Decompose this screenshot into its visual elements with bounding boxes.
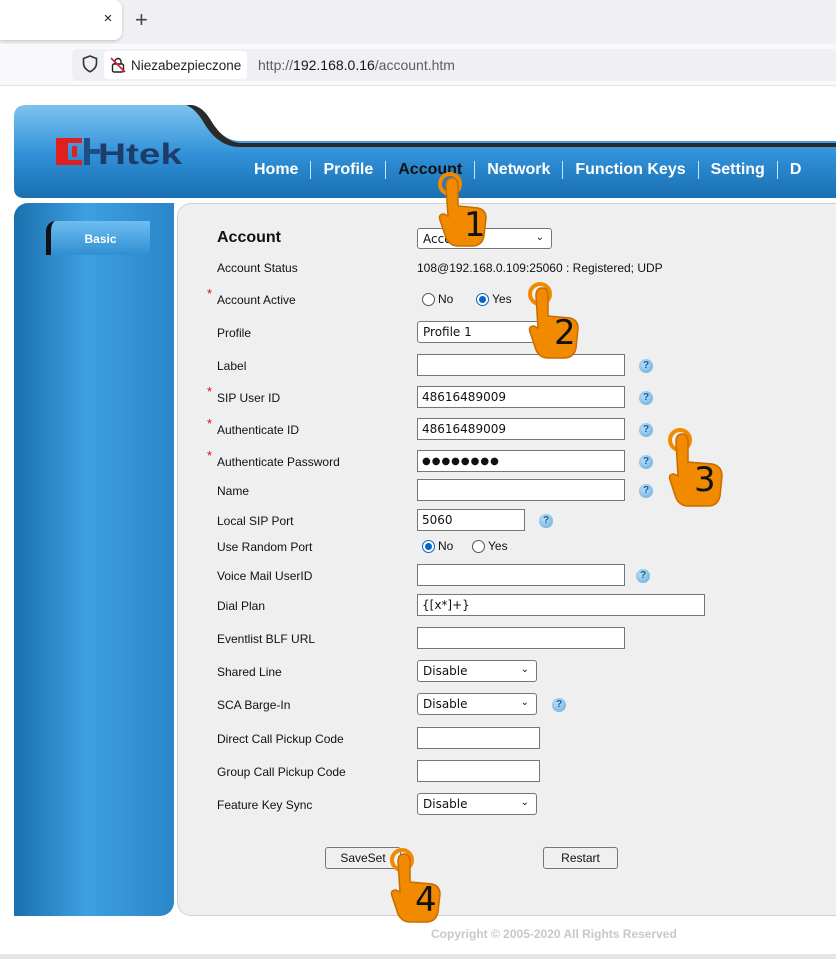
browser-tab-bar: × +: [0, 0, 836, 44]
help-icon[interactable]: ?: [636, 569, 650, 583]
sip-user-id-label: SIP User ID: [217, 391, 281, 405]
chevron-down-icon: ⌄: [520, 664, 529, 675]
nav-home[interactable]: Home: [242, 161, 310, 179]
account-active-yes-radio[interactable]: Yes: [476, 292, 512, 306]
random-port-yes-radio[interactable]: Yes: [472, 539, 508, 553]
voice-mail-userid-input[interactable]: [417, 564, 625, 586]
help-icon[interactable]: ?: [639, 423, 653, 437]
local-sip-port-label: Local SIP Port: [217, 514, 294, 528]
chevron-down-icon: ⌄: [520, 697, 529, 708]
nav-setting[interactable]: Setting: [699, 161, 777, 179]
dial-plan-input[interactable]: {[x*]+}: [417, 594, 705, 616]
step-number: 1: [464, 205, 486, 245]
radio-label: Yes: [488, 539, 508, 553]
required-marker: *: [207, 384, 213, 399]
url-host: 192.168.0.16: [293, 57, 375, 73]
insecure-lock-icon: [110, 57, 126, 73]
step-number: 2: [554, 313, 576, 353]
authenticate-password-label: Authenticate Password: [217, 455, 340, 469]
eventlist-blf-url-input[interactable]: [417, 627, 625, 649]
use-random-port-label: Use Random Port: [217, 540, 313, 554]
radio-label: Yes: [492, 292, 512, 306]
url-prefix: http://: [258, 57, 294, 73]
profile-select-value: Profile 1: [423, 325, 472, 339]
url-path: /account.htm: [374, 57, 455, 73]
name-label: Name: [217, 484, 250, 498]
direct-call-pickup-label: Direct Call Pickup Code: [217, 732, 344, 746]
sidebar-item-basic[interactable]: Basic: [46, 221, 150, 255]
authenticate-id-input[interactable]: 48616489009: [417, 418, 625, 440]
required-marker: *: [207, 416, 213, 431]
radio-circle: [472, 539, 485, 553]
random-port-no-radio[interactable]: No: [422, 539, 453, 553]
sca-barge-in-value: Disable: [423, 697, 468, 711]
dial-plan-label: Dial Plan: [217, 599, 266, 613]
step-number: 3: [694, 460, 716, 500]
sca-barge-in-label: SCA Barge-In: [217, 698, 291, 712]
security-indicator[interactable]: Niezabezpieczone: [104, 51, 248, 79]
group-call-pickup-input[interactable]: [417, 760, 540, 782]
eventlist-blf-url-label: Eventlist BLF URL: [217, 632, 316, 646]
page-title: Account: [217, 229, 281, 246]
step-number: 4: [415, 880, 437, 920]
feature-key-sync-label: Feature Key Sync: [217, 798, 313, 812]
help-icon[interactable]: ?: [539, 514, 553, 528]
help-icon[interactable]: ?: [639, 455, 653, 469]
profile-label: Profile: [217, 326, 252, 340]
copyright-text: Copyright © 2005-2020 All Rights Reserve…: [431, 927, 677, 941]
htek-logo: Htek: [56, 138, 182, 167]
label-label: Label: [217, 359, 247, 373]
bottom-edge: [0, 954, 836, 959]
shared-line-value: Disable: [423, 664, 468, 678]
nav-function-keys[interactable]: Function Keys: [563, 161, 697, 179]
radio-label: No: [438, 539, 454, 553]
shared-line-select[interactable]: Disable ⌄: [417, 660, 537, 682]
browser-tab[interactable]: ×: [0, 0, 122, 40]
main-nav: Home Profile Account Network Function Ke…: [242, 158, 813, 182]
authenticate-password-input[interactable]: ●●●●●●●●: [417, 450, 625, 472]
authenticate-id-label: Authenticate ID: [217, 423, 300, 437]
group-call-pickup-label: Group Call Pickup Code: [217, 765, 346, 779]
feature-key-sync-value: Disable: [423, 797, 468, 811]
radio-label: No: [438, 292, 454, 306]
url-text[interactable]: http://192.168.0.16/account.htm: [258, 57, 455, 73]
radio-circle: [422, 292, 435, 306]
nav-profile[interactable]: Profile: [311, 161, 385, 179]
radio-circle-selected: [422, 539, 435, 553]
voice-mail-userid-label: Voice Mail UserID: [217, 569, 313, 583]
help-icon[interactable]: ?: [552, 698, 566, 712]
account-status-label: Account Status: [217, 261, 298, 275]
required-marker: *: [207, 448, 213, 463]
nav-more[interactable]: D: [778, 161, 814, 179]
sca-barge-in-select[interactable]: Disable ⌄: [417, 693, 537, 715]
help-icon[interactable]: ?: [639, 359, 653, 373]
new-tab-icon[interactable]: +: [135, 8, 148, 32]
radio-circle-selected: [476, 292, 489, 306]
shield-icon: [82, 55, 98, 73]
required-marker: *: [207, 286, 213, 301]
local-sip-port-input[interactable]: 5060: [417, 509, 525, 531]
security-label: Niezabezpieczone: [131, 57, 242, 73]
restart-button[interactable]: Restart: [543, 847, 618, 869]
account-active-no-radio[interactable]: No: [422, 292, 453, 306]
shared-line-label: Shared Line: [217, 665, 282, 679]
help-icon[interactable]: ?: [639, 391, 653, 405]
sidebar: [14, 203, 174, 916]
feature-key-sync-select[interactable]: Disable ⌄: [417, 793, 537, 815]
chevron-down-icon: ⌄: [520, 797, 529, 808]
close-icon[interactable]: ×: [100, 10, 116, 27]
label-input[interactable]: [417, 354, 625, 376]
account-status-value: 108@192.168.0.109:25060 : Registered; UD…: [417, 261, 663, 275]
direct-call-pickup-input[interactable]: [417, 727, 540, 749]
name-input[interactable]: [417, 479, 625, 501]
chevron-down-icon: ⌄: [535, 232, 544, 243]
help-icon[interactable]: ?: [639, 484, 653, 498]
svg-text:Htek: Htek: [98, 138, 182, 167]
sip-user-id-input[interactable]: 48616489009: [417, 386, 625, 408]
account-active-label: Account Active: [217, 293, 296, 307]
